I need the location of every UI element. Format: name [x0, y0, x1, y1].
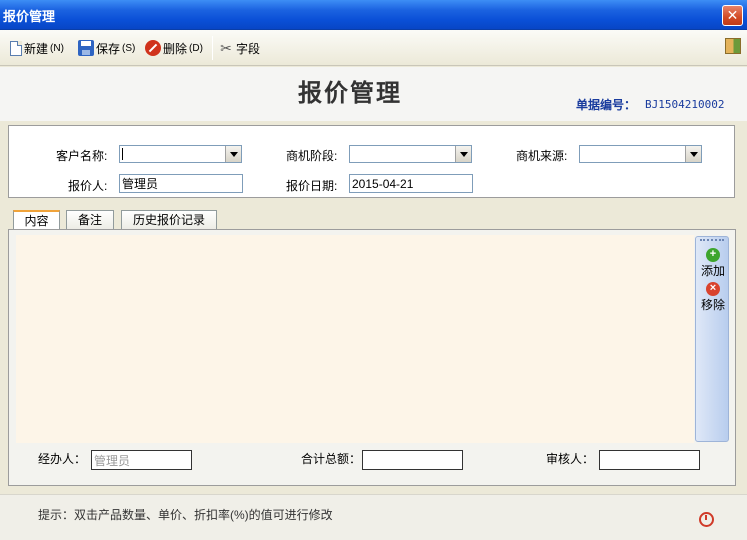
reviewer-label: 审核人：: [546, 452, 595, 466]
add-button[interactable]: + 添加: [696, 248, 730, 279]
save-button-label: 保存: [96, 41, 121, 56]
close-button[interactable]: ✕: [722, 5, 743, 26]
total-label: 合计总额：: [301, 452, 362, 466]
title-bar: 报价管理 ✕: [0, 0, 747, 30]
delete-button-label: 删除: [163, 41, 188, 56]
tab-history[interactable]: 历史报价记录: [121, 210, 217, 230]
doc-no-label: 单据编号：: [576, 98, 637, 112]
total-input[interactable]: [362, 450, 463, 470]
handler-input[interactable]: 管理员: [91, 450, 192, 470]
doc-no-value: BJ1504210002: [645, 98, 725, 111]
field-button[interactable]: ✂ 字段: [218, 38, 260, 58]
hint-bar: 提示：双击产品数量、单价、折扣率(%)的值可进行修改: [0, 494, 747, 540]
chevron-down-icon[interactable]: [455, 146, 471, 162]
source-combo[interactable]: [579, 145, 702, 163]
tab-content[interactable]: 内容: [13, 210, 60, 231]
customer-combo[interactable]: [119, 145, 242, 163]
reviewer-input[interactable]: [599, 450, 700, 470]
stage-label: 商机阶段:: [286, 149, 338, 163]
delete-button-key: (D): [189, 42, 203, 54]
clock-icon[interactable]: [699, 512, 714, 527]
handler-label: 经办人：: [38, 452, 87, 466]
remove-button-label: 移除: [700, 298, 725, 312]
chevron-down-icon[interactable]: [685, 146, 701, 162]
add-button-label: 添加: [700, 264, 725, 278]
delete-button[interactable]: 删除 (D): [145, 38, 203, 58]
field-button-label: 字段: [236, 41, 261, 56]
exit-icon[interactable]: [725, 38, 741, 54]
product-grid[interactable]: [16, 235, 694, 443]
customer-label: 客户名称:: [56, 149, 108, 163]
toolbar-separator: [212, 36, 213, 60]
new-file-icon: [10, 40, 22, 56]
source-label: 商机来源:: [516, 149, 568, 163]
content-panel: + 添加 × 移除 经办人： 管理员 合计总额： 审核人：: [8, 229, 736, 486]
drag-grip[interactable]: [700, 239, 724, 241]
new-button[interactable]: 新建 (N): [10, 38, 64, 58]
action-sidebar: + 添加 × 移除: [695, 236, 729, 442]
tab-remarks[interactable]: 备注: [66, 210, 114, 230]
chevron-down-icon[interactable]: [225, 146, 241, 162]
remove-button[interactable]: × 移除: [696, 282, 730, 313]
new-button-label: 新建: [24, 41, 49, 56]
quoter-input[interactable]: 管理员: [119, 174, 243, 193]
date-label: 报价日期:: [286, 179, 338, 193]
text-caret: [122, 148, 123, 160]
date-input[interactable]: 2015-04-21: [349, 174, 473, 193]
stage-combo[interactable]: [349, 145, 472, 163]
hint-text: 提示：双击产品数量、单价、折扣率(%)的值可进行修改: [38, 508, 333, 522]
save-button[interactable]: 保存 (S): [78, 38, 135, 58]
field-icon: ✂: [220, 40, 232, 56]
save-button-key: (S): [122, 42, 136, 54]
remove-icon: ×: [706, 282, 720, 296]
new-button-key: (N): [50, 42, 64, 54]
save-icon: [78, 40, 94, 56]
window-title: 报价管理: [3, 9, 56, 24]
toolbar: 新建 (N) 保存 (S) 删除 (D) ✂ 字段: [0, 30, 747, 66]
quote-form: 客户名称: 商机阶段: 商机来源: 报价人: 管理员 报价日期: 2015-04…: [8, 125, 735, 198]
header-area: 报价管理 单据编号： BJ1504210002: [0, 67, 747, 121]
quoter-label: 报价人:: [68, 179, 108, 193]
add-icon: +: [706, 248, 720, 262]
delete-icon: [145, 40, 161, 56]
